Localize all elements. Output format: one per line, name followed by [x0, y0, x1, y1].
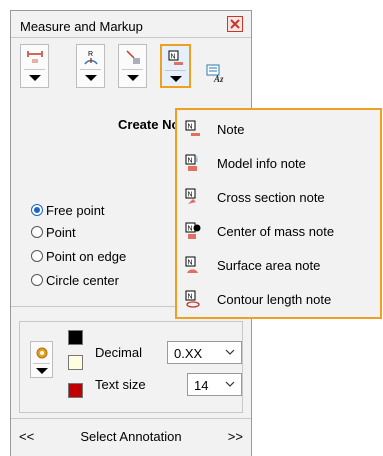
- prev-annotation-button[interactable]: <<: [19, 429, 34, 444]
- format-settings-button[interactable]: [30, 341, 53, 378]
- text-color-swatch[interactable]: [68, 383, 83, 398]
- menu-item-label: Cross section note: [217, 190, 325, 205]
- next-annotation-button[interactable]: >>: [228, 429, 243, 444]
- note-type-menu: N Note Ni Model info note N Cross sectio…: [175, 108, 382, 319]
- menu-item-cross-section-note[interactable]: N Cross section note: [177, 181, 380, 214]
- center-of-mass-note-icon: N: [185, 222, 201, 239]
- select-annotation-label: Select Annotation: [80, 429, 182, 444]
- chevron-down-icon[interactable]: [36, 368, 48, 374]
- decimal-value: 0.XX: [174, 346, 203, 361]
- contour-length-note-icon: N: [185, 290, 200, 308]
- annotation-navigator: << Select Annotation >>: [19, 429, 243, 444]
- menu-item-surface-area-note[interactable]: N Surface area note: [177, 249, 380, 282]
- radio-point[interactable]: Point: [31, 223, 76, 241]
- text-size-value: 14: [194, 378, 209, 393]
- bottom-divider: [11, 418, 251, 419]
- decimal-label: Decimal: [95, 345, 142, 360]
- line-color-swatch[interactable]: [68, 330, 83, 345]
- text-style-icon[interactable]: Az: [205, 62, 227, 84]
- chevron-down-icon[interactable]: [127, 75, 139, 81]
- menu-item-center-of-mass-note[interactable]: N Center of mass note: [177, 215, 380, 248]
- radio-free-point[interactable]: Free point: [31, 201, 105, 219]
- title-divider: [11, 37, 251, 38]
- fill-color-swatch[interactable]: [68, 355, 83, 370]
- radio-dot[interactable]: [31, 204, 43, 216]
- svg-text:N: N: [188, 158, 193, 165]
- close-button[interactable]: [227, 16, 243, 32]
- radio-label: Point: [46, 224, 76, 240]
- radius-icon: R: [84, 51, 98, 65]
- radio-label: Circle center: [46, 272, 119, 288]
- chevron-down-icon: [225, 381, 235, 387]
- note-tool-button[interactable]: N: [160, 44, 191, 88]
- decimal-select[interactable]: 0.XX: [167, 341, 242, 364]
- menu-item-label: Model info note: [217, 156, 306, 171]
- svg-text:i: i: [196, 155, 198, 164]
- close-icon: [230, 19, 240, 29]
- radio-dot[interactable]: [31, 250, 43, 262]
- radio-point-on-edge[interactable]: Point on edge: [31, 247, 126, 265]
- radio-dot[interactable]: [31, 274, 43, 286]
- distance-tool-button[interactable]: [20, 44, 49, 88]
- menu-item-contour-length-note[interactable]: N Contour length note: [177, 283, 380, 316]
- text-size-label: Text size: [95, 377, 146, 392]
- chevron-down-icon[interactable]: [170, 76, 182, 82]
- radio-label: Point on edge: [46, 248, 127, 264]
- menu-item-note[interactable]: N Note: [177, 113, 380, 146]
- gear-icon: [36, 347, 48, 359]
- note-icon: N: [168, 50, 183, 65]
- radio-circle-center[interactable]: Circle center: [31, 271, 119, 289]
- svg-text:Az: Az: [213, 74, 224, 84]
- svg-text:R: R: [88, 51, 93, 58]
- cross-section-note-icon: N: [185, 188, 196, 204]
- menu-item-model-info-note[interactable]: Ni Model info note: [177, 147, 380, 180]
- svg-text:N: N: [188, 260, 193, 267]
- svg-text:N: N: [188, 294, 193, 301]
- chevron-down-icon[interactable]: [85, 75, 97, 81]
- distance-icon: [27, 51, 43, 63]
- menu-item-label: Surface area note: [217, 258, 321, 273]
- menu-item-label: Center of mass note: [217, 224, 335, 239]
- radio-dot[interactable]: [31, 226, 43, 238]
- radius-tool-button[interactable]: R: [76, 44, 105, 88]
- svg-text:N: N: [188, 226, 193, 233]
- surface-area-note-icon: N: [185, 256, 198, 273]
- angle-tool-button[interactable]: [118, 44, 147, 88]
- chevron-down-icon: [225, 349, 235, 355]
- panel-title: Measure and Markup: [20, 19, 143, 34]
- svg-text:N: N: [188, 124, 193, 131]
- svg-text:N: N: [188, 192, 193, 199]
- text-size-select[interactable]: 14: [187, 373, 242, 396]
- chevron-down-icon[interactable]: [29, 75, 41, 81]
- model-info-note-icon: Ni: [185, 154, 198, 171]
- angle-icon: [126, 50, 140, 64]
- radio-label: Free point: [46, 202, 105, 218]
- menu-item-label: Contour length note: [217, 292, 332, 307]
- menu-item-label: Note: [217, 122, 245, 137]
- svg-text:N: N: [171, 54, 176, 61]
- note-icon: N: [185, 120, 200, 136]
